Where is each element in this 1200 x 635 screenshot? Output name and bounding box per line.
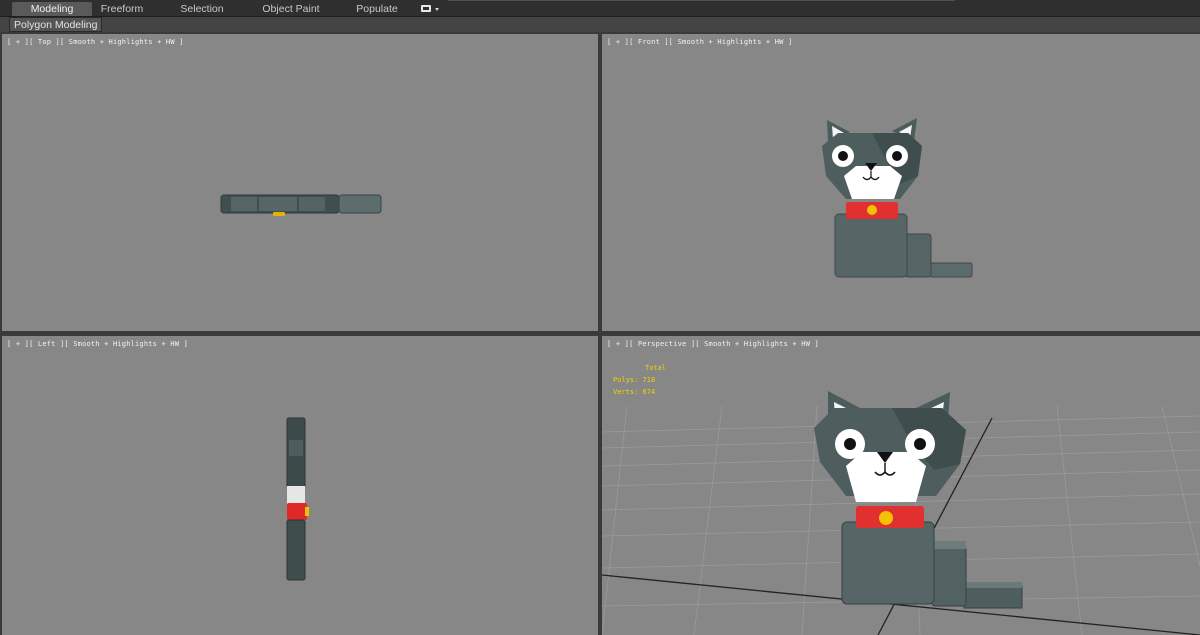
tab-object-paint[interactable]: Object Paint	[254, 2, 328, 16]
cat-model-front-view	[822, 118, 973, 278]
panel-polygon-modeling[interactable]: Polygon Modeling	[9, 17, 103, 32]
viewport-top[interactable]: [ + ][ Top ][ Smooth + Highlights + HW ]	[2, 34, 598, 331]
ribbon-display-options-icon[interactable]	[420, 4, 442, 14]
cat-model-left-view	[286, 417, 309, 581]
viewport-left[interactable]: [ + ][ Left ][ Smooth + Highlights + HW …	[2, 336, 598, 635]
ribbon-divider	[448, 0, 955, 1]
tab-freeform[interactable]: Freeform	[90, 2, 154, 16]
ribbon-tab-bar: Modeling Freeform Selection Object Paint…	[0, 0, 1200, 17]
ribbon-panel-bar: Polygon Modeling	[0, 17, 1200, 32]
viewport-perspective[interactable]: [ + ][ Perspective ][ Smooth + Highlight…	[602, 336, 1200, 635]
tab-modeling[interactable]: Modeling	[12, 2, 92, 16]
tab-populate[interactable]: Populate	[348, 2, 406, 16]
cat-model-top-view	[220, 194, 382, 216]
viewport-front[interactable]: [ + ][ Front ][ Smooth + Highlights + HW…	[602, 34, 1200, 331]
cat-model-perspective-view	[602, 391, 1200, 635]
tab-selection[interactable]: Selection	[170, 2, 234, 16]
